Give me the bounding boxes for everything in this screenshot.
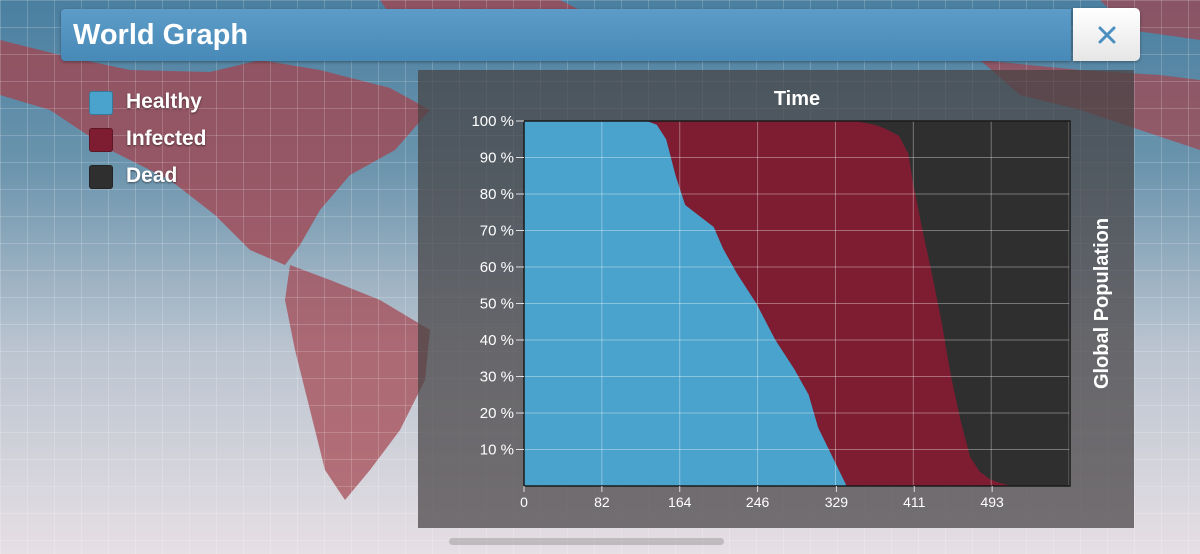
x-tick-label: 411 [903, 494, 926, 510]
window-title-bar: World Graph [61, 9, 1071, 61]
legend-label: Infected [126, 127, 207, 150]
y-tick-label: 30 % [480, 369, 514, 386]
close-icon [1098, 26, 1115, 43]
y-tick-label: 70 % [480, 223, 514, 240]
x-tick-label: 329 [825, 494, 849, 510]
legend-label: Dead [126, 164, 178, 187]
close-button[interactable] [1073, 8, 1140, 61]
window-title: World Graph [73, 19, 249, 51]
y-axis-title: Global Population [1091, 218, 1113, 389]
y-tick-label: 100 % [471, 113, 514, 130]
x-tick-label: 82 [594, 494, 610, 510]
y-tick-label: 80 % [480, 186, 514, 203]
x-tick-label: 164 [668, 494, 692, 510]
chart-panel: 10 % 20 % 30 % 40 % 50 % 60 % 70 % 80 % 90 % 100 … [418, 70, 1134, 528]
chart-top-label: Time [774, 88, 820, 110]
legend-swatch [89, 128, 113, 152]
x-tick-label: 0 [520, 494, 528, 510]
horizontal-scrollbar[interactable] [449, 538, 724, 545]
y-tick-label: 60 % [480, 259, 514, 276]
y-tick-label: 40 % [480, 332, 514, 349]
y-tick-label: 50 % [480, 296, 514, 313]
x-tick-label: 246 [746, 494, 770, 510]
world-graph-chart: 10 % 20 % 30 % 40 % 50 % 60 % 70 % 80 % 90 % 100 … [471, 88, 1113, 510]
x-tick-label: 493 [980, 494, 1004, 510]
legend-label: Healthy [126, 90, 202, 113]
legend-swatch [89, 165, 113, 189]
y-tick-label: 90 % [480, 150, 514, 167]
legend-swatch [89, 91, 113, 115]
y-tick-label: 10 % [480, 442, 514, 459]
y-tick-label: 20 % [480, 405, 514, 422]
